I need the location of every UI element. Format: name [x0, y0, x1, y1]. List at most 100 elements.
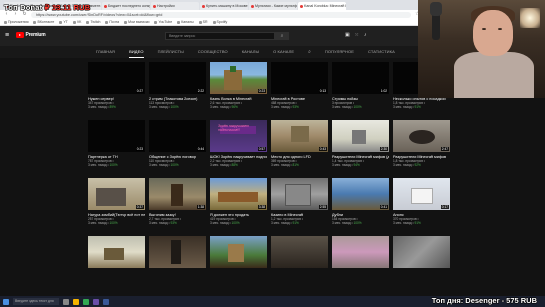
video-card[interactable]: 0:43 Место для одного LFD 369 просмотров •…: [271, 120, 328, 167]
video-thumbnail[interactable]: Зорёю накручивает подписчиков!!! 0:57: [210, 120, 267, 152]
bookmark-item[interactable]: YT: [59, 20, 68, 24]
channel-tab[interactable]: ПЛЕЙЛИСТЫ: [158, 46, 184, 58]
logo-text: Premium: [25, 32, 46, 38]
channel-tab[interactable]: ГЛАВНАЯ: [96, 46, 115, 58]
bookmark-item[interactable]: Spotify: [212, 20, 228, 24]
youtube-logo[interactable]: Premium: [16, 32, 46, 38]
lamp-light: [520, 8, 540, 28]
bookmark-label: VK: [76, 20, 82, 24]
video-thumbnail[interactable]: 2:30: [332, 120, 389, 152]
search-button[interactable]: ⌕: [275, 32, 289, 40]
bookmark-label: Spotify: [216, 20, 228, 24]
app-icon[interactable]: [103, 298, 109, 305]
obs-icon[interactable]: [93, 298, 99, 305]
video-thumbnail[interactable]: 1:38: [149, 178, 206, 210]
url-field[interactable]: https://www.youtube.com/user/SinDoRF/vid…: [31, 11, 411, 18]
video-card[interactable]: Зорёю накручивает подписчиков!!! 0:57 ШОК!…: [210, 120, 267, 167]
windows-start-icon[interactable]: [3, 298, 9, 305]
task-view-icon[interactable]: [63, 298, 69, 305]
video-thumbnail[interactable]: 2:22: [149, 62, 206, 94]
channel-search-icon[interactable]: ⌕: [308, 49, 311, 55]
browser-tab[interactable]: Купить машину в Москве: [200, 2, 248, 10]
video-thumbnail[interactable]: 0:44: [149, 120, 206, 152]
video-thumbnail[interactable]: 2:55: [271, 178, 328, 210]
bookmark-item[interactable]: Приложения: [4, 20, 28, 24]
youtube-play-icon: [16, 32, 24, 38]
bookmark-item[interactable]: Twitch: [86, 20, 100, 24]
video-thumbnail[interactable]: [271, 236, 328, 268]
channel-tab[interactable]: КАНАЛЫ: [242, 46, 259, 58]
browser-tab[interactable]: Kanal Korobka: Minecraft LTS: [298, 2, 346, 10]
video-card[interactable]: 2:55 Казино в Minecraft 1,2 тыс. просмотро…: [271, 178, 328, 225]
browser-tab[interactable]: Мультики - Какие мультфильмы: [249, 2, 297, 10]
video-card[interactable]: 0:17 Анонс 370 просмотров • 3 мес. назад • …: [393, 178, 450, 225]
channel-tab[interactable]: СООБЩЕСТВО: [198, 46, 228, 58]
video-card[interactable]: [393, 236, 450, 268]
upload-icon[interactable]: ▣: [345, 32, 350, 39]
video-card[interactable]: [210, 236, 267, 268]
video-thumbnail[interactable]: [88, 236, 145, 268]
video-card[interactable]: 0:23 Партнерка от TH 787 просмотров • 3 мес…: [88, 120, 145, 167]
video-thumbnail[interactable]: [149, 236, 206, 268]
video-thumbnail[interactable]: 0:23: [210, 62, 267, 94]
video-thumbnail[interactable]: 2:47: [393, 120, 450, 152]
tab-favicon-icon: [103, 4, 107, 8]
video-card[interactable]: [271, 236, 328, 268]
video-card[interactable]: 0:37Нагура зомбий(Тютчр всё пот не жалко…: [88, 178, 145, 225]
video-thumbnail[interactable]: 0:27: [88, 62, 145, 94]
video-card[interactable]: [332, 236, 389, 268]
video-card[interactable]: 0:41 Дубли 154 просмотров • 3 мес. назад • …: [332, 178, 389, 225]
bookmark-label: Twitch: [90, 20, 101, 24]
video-meta-row: 3 мес. назад • 89%: [88, 105, 145, 109]
video-thumbnail[interactable]: 0:23: [88, 120, 145, 152]
bookmark-item[interactable]: VK: [72, 20, 82, 24]
file-explorer-icon[interactable]: [73, 298, 79, 305]
video-card[interactable]: 0:23 Казнь Волка в Minecraft 2,6 тыс. прос…: [210, 62, 267, 109]
video-card[interactable]: [149, 236, 206, 268]
video-age: 3 мес. назад •: [271, 105, 292, 110]
video-card[interactable]: 0:13 Minecraft в Ростове 468 просмотров • 3…: [271, 62, 328, 109]
bookmark-icon: [86, 20, 90, 24]
video-thumbnail[interactable]: 0:13: [271, 62, 328, 94]
hamburger-menu-icon[interactable]: ≡: [5, 32, 9, 39]
video-age: 3 мес. назад •: [393, 105, 414, 110]
bookmark-item[interactable]: SR: [198, 20, 208, 24]
video-thumbnail[interactable]: 0:43: [271, 120, 328, 152]
apps-icon[interactable]: ⁙: [355, 32, 359, 39]
taskbar-search-input[interactable]: Введите здесь текст для поиска: [13, 298, 59, 307]
chrome-icon[interactable]: [83, 298, 89, 305]
video-thumbnail[interactable]: 1:02: [332, 62, 389, 94]
video-card[interactable]: 1:38 Выгоним зазку! 2,7 тыс. просмотров • 3…: [149, 178, 206, 225]
video-thumbnail[interactable]: 0:17: [393, 178, 450, 210]
channel-tab[interactable]: ПОПУЛЯРНОЕ: [325, 46, 354, 58]
bookmark-item[interactable]: Мои выписки: [124, 20, 149, 24]
bookmark-item[interactable]: Каналы: [177, 20, 194, 24]
screen: Плейлисты (Ваше мнение) (Ваше) Послед. ко…: [0, 0, 545, 307]
channel-tab[interactable]: О КАНАЛЕ: [273, 46, 294, 58]
video-card[interactable]: 0:27 Нужен сервер! 347 просмотров • 3 мес. …: [88, 62, 145, 109]
search-input[interactable]: Введите запрос: [165, 32, 275, 40]
video-card[interactable]: 3:38 Я должен это продать 419 просмотров •…: [210, 178, 267, 225]
video-card[interactable]: 1:02 Стримы пойзы 3 просмотров • 3 мес. наз…: [332, 62, 389, 109]
video-thumbnail[interactable]: [210, 236, 267, 268]
video-thumbnail[interactable]: 3:38: [210, 178, 267, 210]
video-card[interactable]: 0:44 Общение с Зорёю поговор 110 просмотро…: [149, 120, 206, 167]
video-thumbnail[interactable]: 0:41: [332, 178, 389, 210]
video-thumbnail[interactable]: 0:37: [88, 178, 145, 210]
browser-tab[interactable]: Бюджет последнего конкурса: [102, 2, 150, 10]
browser-tab[interactable]: Настройки: [151, 2, 199, 10]
bookmark-item[interactable]: YouTube: [154, 20, 172, 24]
bookmark-item[interactable]: ВКонтакте: [33, 20, 54, 24]
video-card[interactable]: 2:22 2 стрим (Тлакотова 2сезон) 113 просмо…: [149, 62, 206, 109]
video-thumbnail[interactable]: [332, 236, 389, 268]
video-card[interactable]: [88, 236, 145, 268]
notifications-icon[interactable]: ♪: [364, 32, 367, 39]
video-duration: 0:17: [440, 205, 449, 209]
channel-tab[interactable]: ВИДЕО: [129, 46, 144, 58]
video-meta-row: 3 мес. назад • 100%: [332, 105, 389, 109]
channel-tab[interactable]: СТАТИСТИКА: [368, 46, 395, 58]
video-card[interactable]: 2:47 Разрушители Minecraft мифов 1,8 тыс. …: [393, 120, 450, 167]
bookmark-item[interactable]: Почта: [105, 20, 119, 24]
video-card[interactable]: 2:30Разрушители Minecraft мифов (дубле)1…: [332, 120, 389, 167]
video-thumbnail[interactable]: [393, 236, 450, 268]
